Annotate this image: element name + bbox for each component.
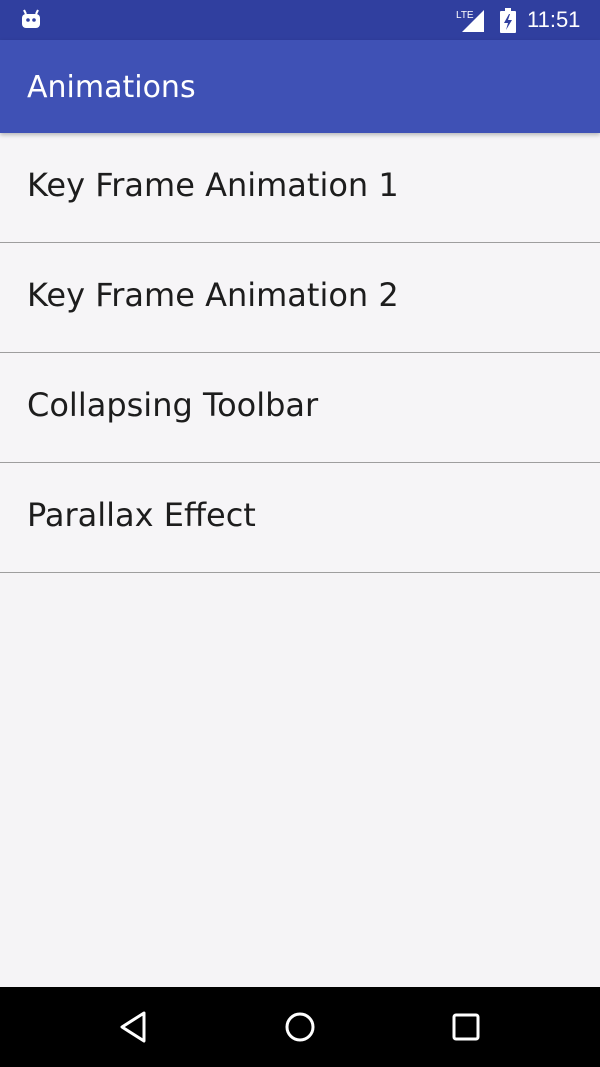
animation-list: Key Frame Animation 1 Key Frame Animatio… — [0, 133, 600, 573]
page-title: Animations — [27, 70, 196, 105]
list-item-label: Key Frame Animation 2 — [27, 276, 399, 314]
list-item-key-frame-animation-1[interactable]: Key Frame Animation 1 — [0, 133, 600, 243]
status-bar: LTE 11:51 — [0, 0, 600, 40]
home-icon[interactable] — [280, 1007, 320, 1047]
list-item-label: Parallax Effect — [27, 496, 256, 534]
lte-signal-icon: LTE — [456, 10, 484, 32]
back-icon[interactable] — [114, 1007, 154, 1047]
svg-text:LTE: LTE — [456, 10, 474, 21]
screen: LTE 11:51 Animations Key Frame Animation… — [0, 0, 600, 1067]
status-time: 11:51 — [527, 7, 581, 32]
recents-icon[interactable] — [446, 1007, 486, 1047]
battery-charging-icon — [500, 8, 516, 33]
list-item-collapsing-toolbar[interactable]: Collapsing Toolbar — [0, 353, 600, 463]
list-item-parallax-effect[interactable]: Parallax Effect — [0, 463, 600, 573]
app-bar: Animations — [0, 40, 600, 133]
list-item-key-frame-animation-2[interactable]: Key Frame Animation 2 — [0, 243, 600, 353]
list-item-label: Collapsing Toolbar — [27, 386, 319, 424]
list-item-label: Key Frame Animation 1 — [27, 166, 399, 204]
android-robot-icon — [22, 9, 40, 28]
navigation-bar — [0, 987, 600, 1067]
